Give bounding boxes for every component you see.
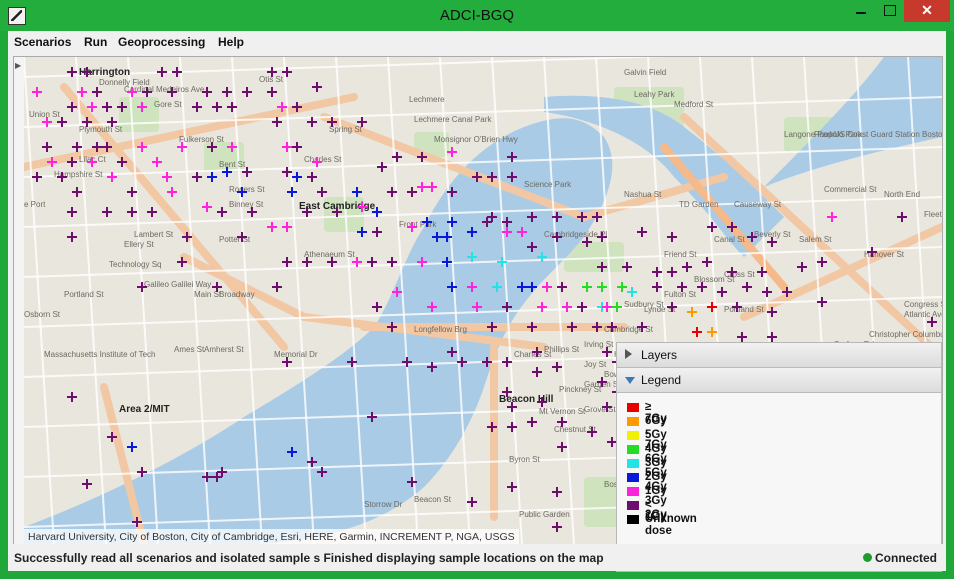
map-label: Lambert St [134, 230, 174, 239]
legend-swatch [627, 473, 639, 482]
connection-status-icon [863, 553, 872, 562]
map-label: Osborn St [24, 310, 61, 319]
map-label: Phillips St [544, 345, 580, 354]
map-label: Leahy Park [634, 90, 675, 99]
map-label: Binney St [229, 200, 264, 209]
map-label: Friend St [664, 250, 697, 259]
legend-swatch [627, 459, 639, 468]
map-label: Ames St [174, 345, 205, 354]
legend-swatch [627, 431, 639, 440]
collapsed-arrow-icon [625, 349, 632, 359]
map-label: Commercial St [824, 185, 877, 194]
map-label: Fulkerson St [179, 135, 225, 144]
map-label: Storrow Dr [364, 500, 403, 509]
window-title: ADCI-BGQ [439, 7, 515, 24]
map-label: Lechmere [409, 95, 445, 104]
map-label: Longfellow Brg [414, 325, 467, 334]
map-label: Gore St [154, 100, 182, 109]
map-label: Byron St [509, 455, 540, 464]
map-label: Massachusetts Institute of Tech [44, 350, 155, 359]
map-label: Blossom St [694, 275, 735, 284]
map-label: Beacon St [414, 495, 452, 504]
close-button[interactable]: ✕ [904, 0, 950, 22]
map-label: North End [884, 190, 920, 199]
menu-run[interactable]: Run [84, 35, 107, 49]
layers-panel-title: Layers [641, 348, 678, 362]
map-label: Science Park [524, 180, 572, 189]
maximize-icon [884, 5, 896, 16]
legend-panel-title: Legend [641, 373, 682, 387]
legend-swatch [627, 445, 639, 454]
legend-swatch [627, 515, 639, 524]
map-attribution: Harvard University, City of Boston, City… [24, 529, 519, 545]
map-label: Fulton St [664, 290, 697, 299]
map-label: Salem St [799, 235, 832, 244]
side-panel: Layers Legend ≥ 7Gy 6Gy - 7Gy 5Gy - 6Gy … [616, 342, 942, 572]
legend-panel-header[interactable]: Legend [617, 368, 941, 393]
status-bar: Successfully read all scenarios and isol… [8, 544, 946, 571]
park-area [119, 97, 159, 132]
map-label: Athenaeum St [304, 250, 355, 259]
map-label: Portland St [724, 305, 764, 314]
map-label: Irving St [584, 340, 614, 349]
status-message: Successfully read all scenarios and isol… [14, 551, 604, 565]
map-label: Joy St [584, 360, 607, 369]
connection-status: Connected [875, 551, 938, 565]
map-label: Causeway St [734, 200, 782, 209]
map-label: Plymouth St [79, 125, 123, 134]
legend-label: Unknown dose [645, 513, 697, 537]
map-label: US Coast Guard Station Boston [834, 130, 942, 139]
app-client-area: Scenarios Run Geoprocessing Help ▶ Harri… [8, 31, 946, 572]
map-label: Ellery St [124, 240, 155, 249]
window-titlebar[interactable]: ADCI-BGQ ✕ [0, 0, 954, 31]
expanded-arrow-icon [625, 377, 635, 384]
map-label: Amherst St [204, 345, 244, 354]
map-label: Sudbury St [624, 300, 664, 309]
map-label: Galvin Field [624, 68, 666, 77]
menu-bar: Scenarios Run Geoprocessing Help [8, 31, 946, 53]
map-label: Union St [29, 110, 60, 119]
map-label: Charles St [304, 155, 342, 164]
map-label: e Port [24, 200, 46, 209]
map-label: Christopher Columbus Park [869, 330, 942, 339]
map-label: Canal St [714, 235, 745, 244]
expand-arrow-icon[interactable]: ▶ [15, 61, 21, 70]
map-label: Nashua St [624, 190, 662, 199]
menu-geoprocessing[interactable]: Geoprocessing [118, 35, 205, 49]
map-label: Memorial Dr [274, 350, 318, 359]
map-label: Portland St [64, 290, 104, 299]
map-label: Mt Vernon St [539, 407, 586, 416]
map-label: TD Garden [679, 200, 719, 209]
map-label: Broadway [219, 290, 255, 299]
map-label: Public Garden [519, 510, 570, 519]
map-label: Fleet St [924, 210, 942, 219]
map-label: Rogers St [229, 185, 265, 194]
map-label: Area 2/MIT [119, 404, 170, 415]
legend-swatch [627, 487, 639, 496]
map-label: Atlantic Ave [904, 310, 942, 319]
map-label: Medford St [674, 100, 714, 109]
legend-swatch [627, 403, 639, 412]
layers-panel-header[interactable]: Layers [617, 343, 941, 368]
map-label: Galileo Galilei Way [144, 280, 211, 289]
menu-scenarios[interactable]: Scenarios [14, 35, 71, 49]
legend-swatch [627, 501, 639, 510]
legend-swatch [627, 417, 639, 426]
map-label: Bent St [219, 160, 246, 169]
minimize-button[interactable] [848, 0, 875, 22]
minimize-icon [856, 12, 866, 14]
map-label: Spring St [329, 125, 363, 134]
menu-help[interactable]: Help [218, 35, 244, 49]
map-label: Monsignor O'Brien Hwy [434, 135, 518, 144]
maximize-button[interactable] [876, 0, 903, 22]
map-label: Technology Sq [109, 260, 161, 269]
map-label: Lechmere Canal Park [414, 115, 492, 124]
map-label: Congress St [904, 300, 942, 309]
